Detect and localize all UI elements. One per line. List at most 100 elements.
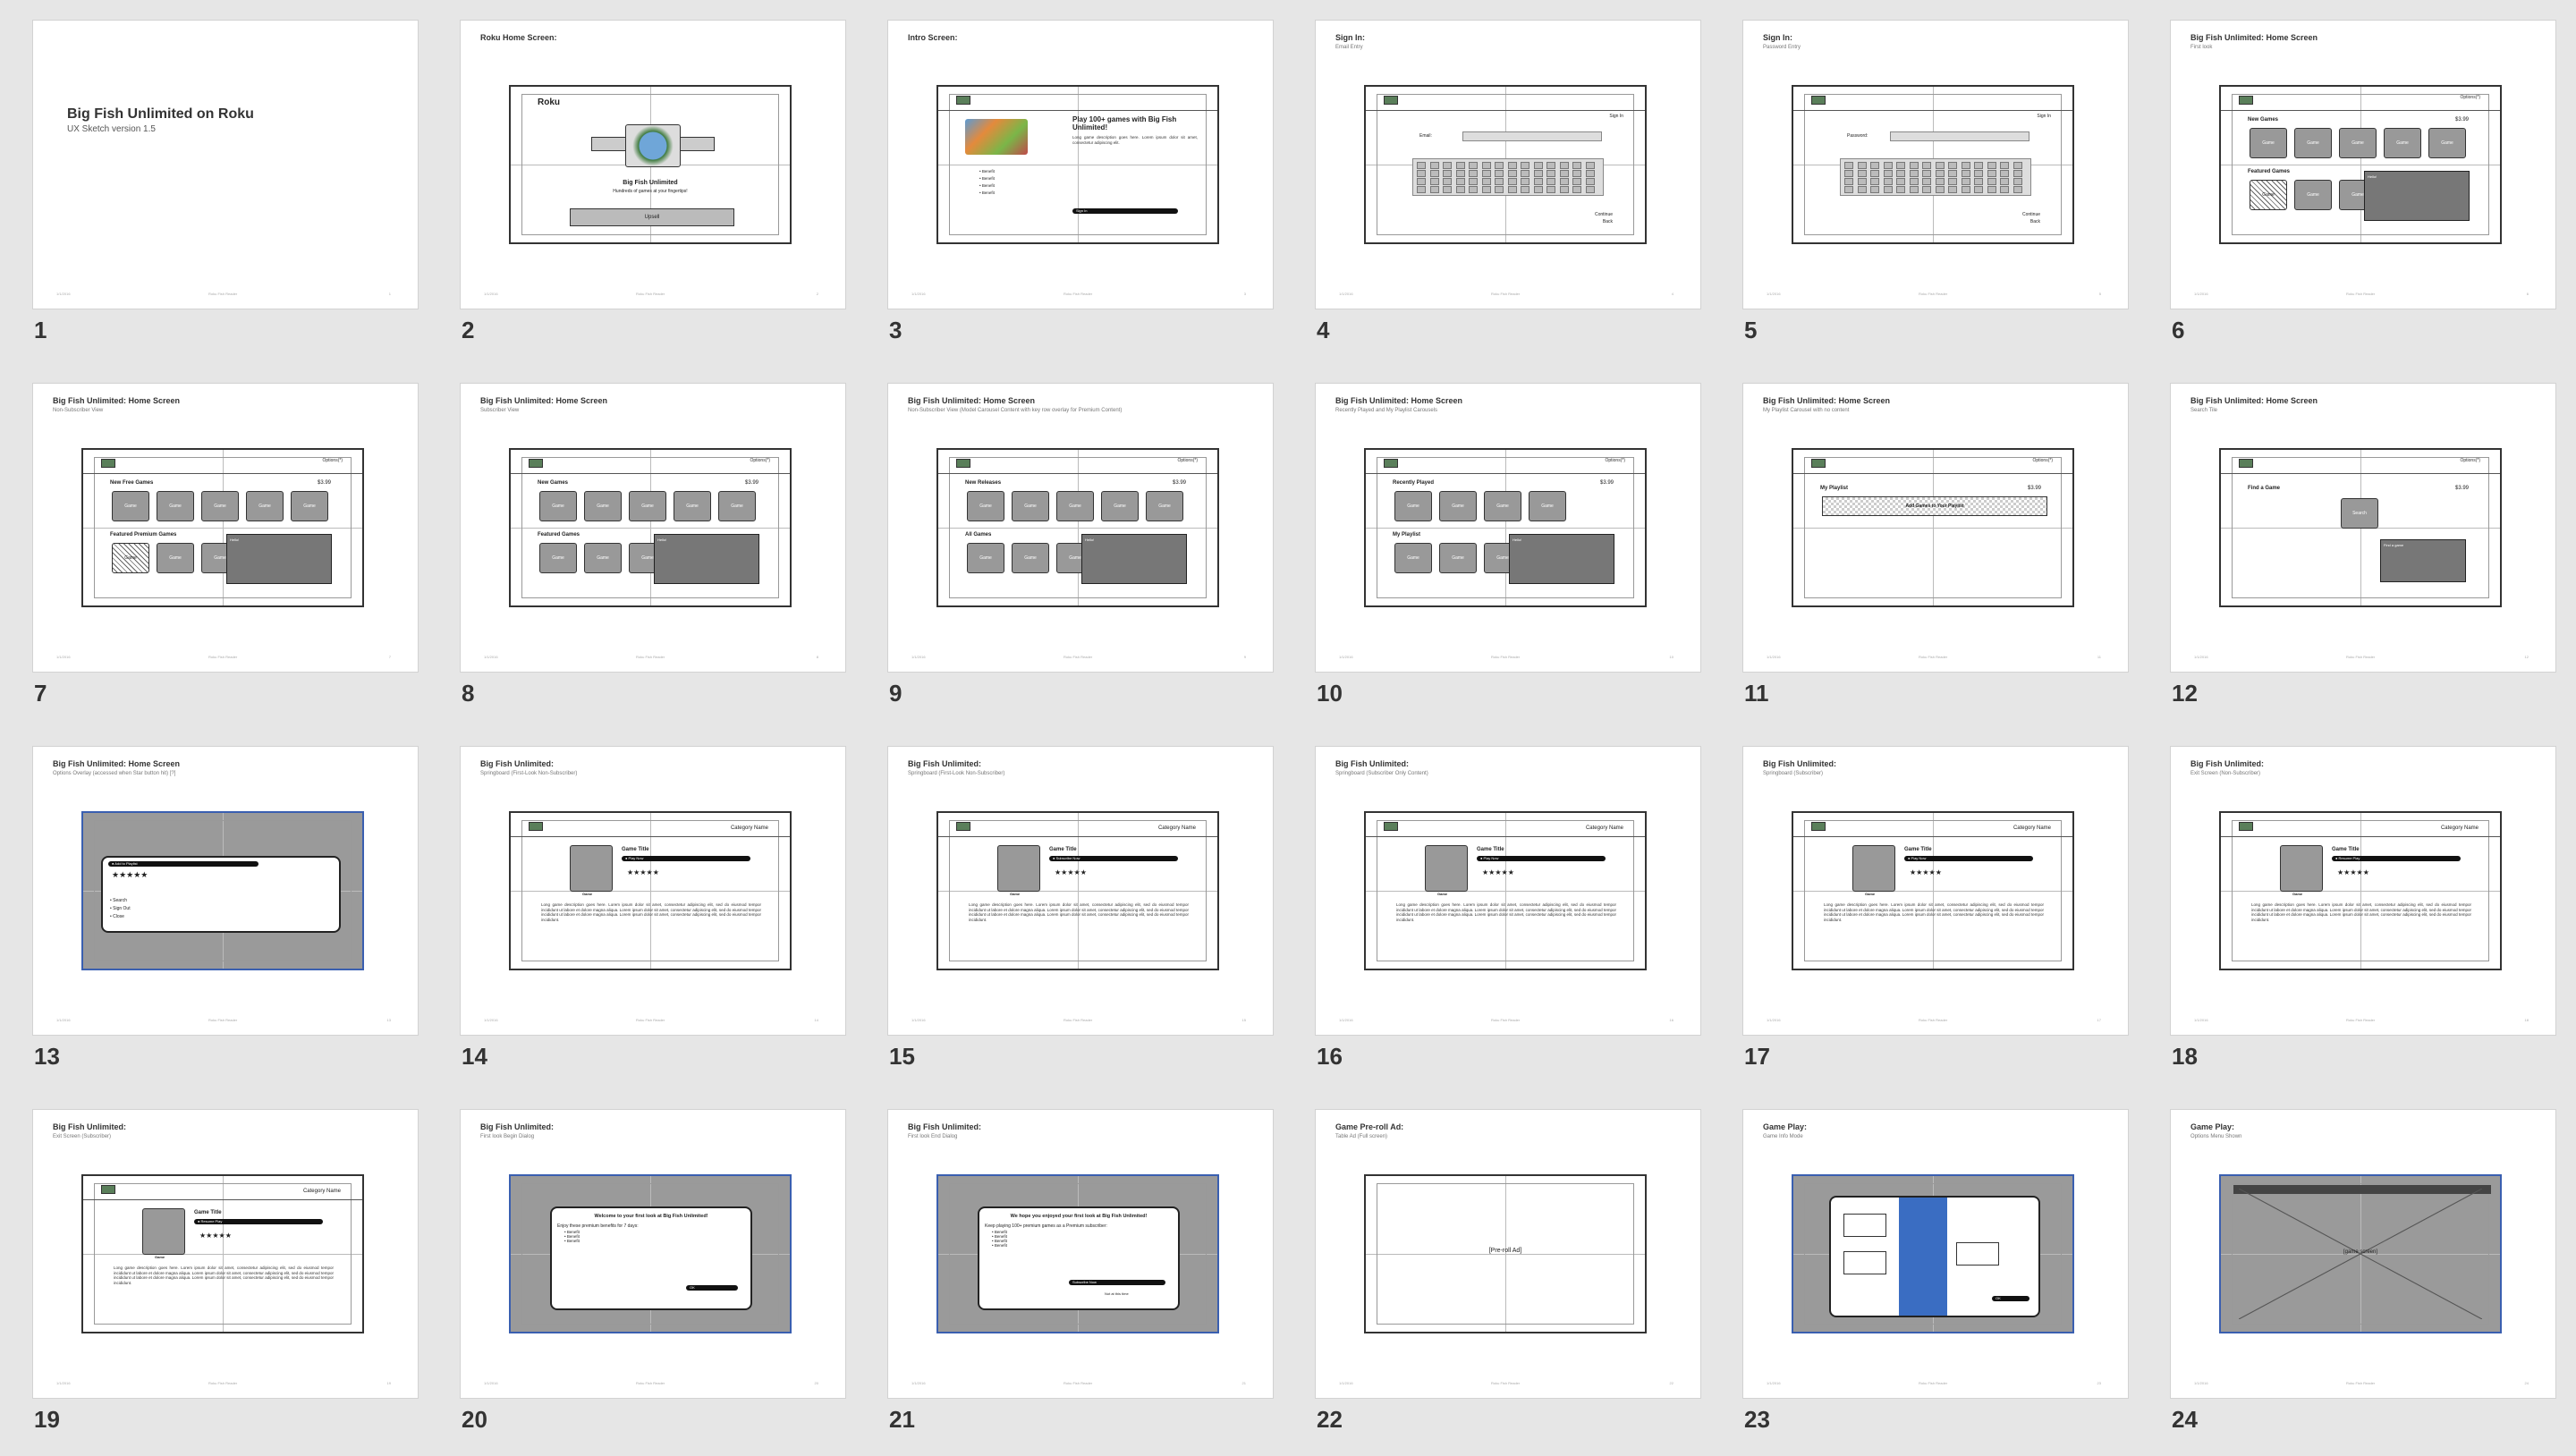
slide-canvas[interactable]: Big Fish Unlimited: Exit Screen (Non-Subs… (2170, 746, 2556, 1036)
slide-thumbnail[interactable]: Big Fish Unlimited: Home Screen Non-Subsc… (32, 383, 419, 723)
keyboard-key[interactable] (1495, 170, 1504, 177)
primary-action-button[interactable]: ● Resume Play (194, 1219, 323, 1224)
game-tile[interactable]: Game (1529, 491, 1566, 521)
options-menu-item[interactable]: • Sign Out (110, 906, 131, 912)
keyboard-key[interactable] (1909, 186, 1919, 193)
keyboard-key[interactable] (1948, 170, 1957, 177)
keyboard-key[interactable] (1948, 186, 1957, 193)
keyboard-key[interactable] (1429, 162, 1439, 169)
game-tile[interactable]: Game (584, 543, 622, 573)
keyboard-key[interactable] (1572, 178, 1581, 185)
game-tile[interactable]: Game (112, 543, 149, 573)
game-tile[interactable]: Game (246, 491, 284, 521)
keyboard-key[interactable] (1948, 178, 1957, 185)
keyboard-key[interactable] (1922, 170, 1931, 177)
slide-thumbnail[interactable]: Game Play: Game Info Mode 1/1/2016 Roku Fis… (1742, 1109, 2129, 1449)
keyboard-key[interactable] (1481, 186, 1491, 193)
game-tile[interactable]: Game (1484, 491, 1521, 521)
game-tile[interactable]: Game (1056, 491, 1094, 521)
keyboard-key[interactable] (1857, 162, 1867, 169)
keyboard-key[interactable] (1909, 178, 1919, 185)
keyboard-key[interactable] (2012, 178, 2022, 185)
primary-action-button[interactable]: ● Play Now (1904, 856, 2033, 861)
keyboard-key[interactable] (1533, 162, 1543, 169)
game-tile[interactable]: Game (201, 491, 239, 521)
keyboard-key[interactable] (1585, 162, 1595, 169)
slide-thumbnail[interactable]: Big Fish Unlimited: First look End Dialog… (887, 1109, 1274, 1449)
keyboard-key[interactable] (1974, 162, 1983, 169)
slide-canvas[interactable]: Big Fish Unlimited: Springboard (First-Lo… (460, 746, 846, 1036)
keyboard-key[interactable] (1521, 178, 1530, 185)
keyboard-key[interactable] (1559, 178, 1569, 185)
keyboard-key[interactable] (1974, 178, 1983, 185)
keyboard-key[interactable] (1935, 162, 1945, 169)
game-tile[interactable]: Game (584, 491, 622, 521)
game-tile[interactable]: Game (718, 491, 756, 521)
slide-canvas[interactable]: Big Fish Unlimited: Home Screen Non-Subsc… (32, 383, 419, 673)
game-tile[interactable]: Game (539, 491, 577, 521)
slide-canvas[interactable]: Big Fish Unlimited: Home Screen Recently … (1315, 383, 1701, 673)
keyboard-key[interactable] (1417, 178, 1426, 185)
slide-thumbnail[interactable]: Big Fish Unlimited: Home Screen First loo… (2170, 20, 2556, 360)
keyboard-key[interactable] (1481, 178, 1491, 185)
keyboard-key[interactable] (1455, 170, 1465, 177)
game-tile[interactable]: Game (674, 491, 711, 521)
slide-thumbnail[interactable]: Sign In: Email Entry 1/1/2016 Roku Fish Rea… (1315, 20, 1701, 360)
keyboard-key[interactable] (1495, 178, 1504, 185)
slide-canvas[interactable]: Big Fish Unlimited: Home Screen Options O… (32, 746, 419, 1036)
star-rating[interactable]: ★★★★★ (112, 871, 148, 879)
keyboard-key[interactable] (1443, 186, 1452, 193)
game-tile[interactable]: Game (157, 543, 194, 573)
sign-in-button[interactable]: Sign In (1072, 208, 1178, 214)
slide-canvas[interactable]: Big Fish Unlimited: Springboard (First-Lo… (887, 746, 1274, 1036)
keyboard-key[interactable] (1987, 178, 1996, 185)
keyboard-key[interactable] (2000, 186, 2009, 193)
keyboard-key[interactable] (1987, 162, 1996, 169)
game-tile[interactable]: Game (1101, 491, 1139, 521)
slide-canvas[interactable]: Game Play: Game Info Mode 1/1/2016 Roku Fis… (1742, 1109, 2129, 1399)
keyboard-key[interactable] (1443, 162, 1452, 169)
keyboard-key[interactable] (1546, 170, 1555, 177)
keyboard-key[interactable] (2012, 170, 2022, 177)
game-tile[interactable]: Game (112, 491, 149, 521)
keyboard-key[interactable] (1533, 186, 1543, 193)
keyboard-key[interactable] (1844, 186, 1853, 193)
slide-canvas[interactable]: Big Fish Unlimited: Home Screen Non-Subsc… (887, 383, 1274, 673)
game-tile[interactable]: Game (1012, 491, 1049, 521)
game-tile[interactable]: Game (1394, 543, 1432, 573)
not-now-link[interactable]: Not at this time (1105, 1291, 1129, 1297)
keyboard-key[interactable] (1974, 170, 1983, 177)
primary-action-button[interactable]: ● Play Now (1477, 856, 1606, 861)
slide-thumbnail[interactable]: Big Fish Unlimited on Roku UX Sketch vers… (32, 20, 419, 360)
game-tile[interactable]: Game (2339, 128, 2377, 158)
keyboard-key[interactable] (1883, 170, 1893, 177)
continue-button[interactable]: Continue (2022, 212, 2040, 217)
keyboard-key[interactable] (1883, 186, 1893, 193)
keyboard-key[interactable] (1559, 170, 1569, 177)
keyboard-key[interactable] (1909, 170, 1919, 177)
keyboard-key[interactable] (1987, 186, 1996, 193)
slide-thumbnail[interactable]: Big Fish Unlimited: Springboard (First-Lo… (887, 746, 1274, 1086)
slide-canvas[interactable]: Big Fish Unlimited on Roku UX Sketch vers… (32, 20, 419, 309)
keyboard-key[interactable] (1455, 186, 1465, 193)
slide-canvas[interactable]: Big Fish Unlimited: Home Screen Subscribe… (460, 383, 846, 673)
ok-button[interactable]: OK (686, 1285, 738, 1291)
slide-canvas[interactable]: Big Fish Unlimited: Springboard (Subscrib… (1315, 746, 1701, 1036)
keyboard-key[interactable] (1585, 170, 1595, 177)
game-tile[interactable]: Game (1439, 491, 1477, 521)
slide-thumbnail[interactable]: Big Fish Unlimited: First look Begin Dial… (460, 1109, 846, 1449)
slide-thumbnail[interactable]: Roku Home Screen: 1/1/2016 Roku Fish Reade… (460, 20, 846, 360)
keyboard-key[interactable] (1948, 162, 1957, 169)
options-menu-item[interactable]: • Close (110, 914, 124, 920)
slide-canvas[interactable]: Game Play: Options Menu Shown 1/1/2016 Roku… (2170, 1109, 2556, 1399)
game-tile[interactable]: Game (967, 491, 1004, 521)
keyboard-key[interactable] (1481, 170, 1491, 177)
keyboard-key[interactable] (1922, 186, 1931, 193)
star-rating[interactable]: ★★★★★ (199, 1232, 232, 1240)
slide-thumbnail[interactable]: Big Fish Unlimited: Home Screen Non-Subsc… (887, 383, 1274, 723)
keyboard-key[interactable] (1922, 162, 1931, 169)
star-rating[interactable]: ★★★★★ (1482, 868, 1514, 876)
keyboard-key[interactable] (1961, 162, 1970, 169)
options-menu-item[interactable]: • Search (110, 898, 127, 904)
keyboard-key[interactable] (1870, 170, 1879, 177)
